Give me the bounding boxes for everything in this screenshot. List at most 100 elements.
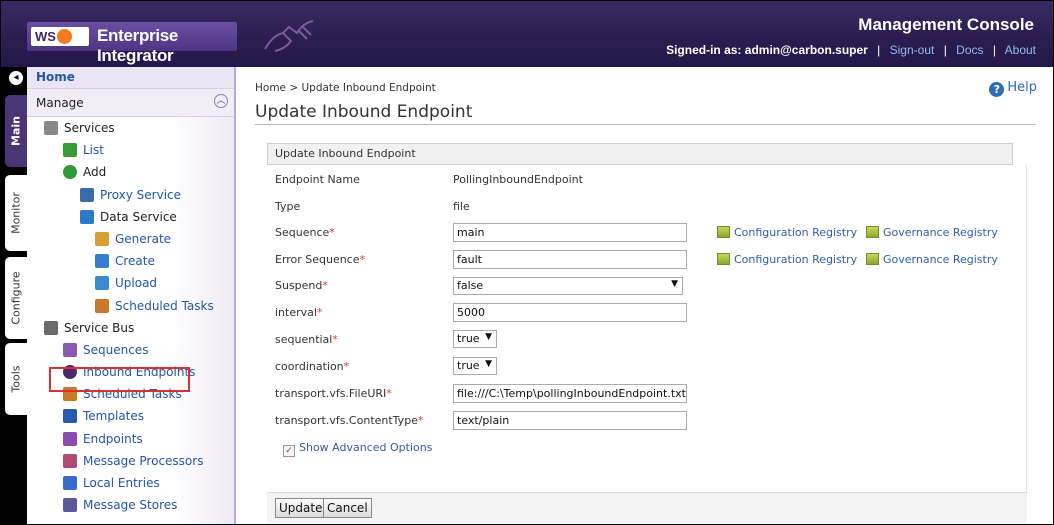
coordination-select[interactable]: true ▼ xyxy=(453,357,497,375)
update-button[interactable]: Update xyxy=(275,498,327,518)
sidebar-item-label: List xyxy=(83,143,104,158)
file-uri-input[interactable]: file:///C:\Temp\pollingInboundEndpoint.t… xyxy=(453,384,687,403)
tab-monitor[interactable]: Monitor xyxy=(5,175,27,251)
local-entries-icon xyxy=(63,476,77,490)
dropdown-arrow-icon: ▼ xyxy=(485,359,492,369)
sidebar-item-label: Service Bus xyxy=(64,320,135,335)
sequences-icon xyxy=(63,342,77,357)
error-sequence-gov-registry-link[interactable]: Governance Registry xyxy=(866,253,998,266)
registry-icon xyxy=(866,253,879,265)
sidebar-item-label: Scheduled Tasks xyxy=(115,298,214,313)
proxy-service-icon xyxy=(80,187,94,202)
sidebar-item-label: Proxy Service xyxy=(100,187,182,202)
sidebar: Home Manage ︿ Services List Add Proxy Servi… xyxy=(27,67,236,524)
sidebar-item[interactable]: Proxy Service xyxy=(27,184,234,206)
endpoint-name-label: Endpoint Name xyxy=(275,173,360,186)
sidebar-item-label: Generate xyxy=(115,231,172,246)
sidebar-item[interactable]: Upload xyxy=(27,272,234,294)
sidebar-item-label: Create xyxy=(115,254,155,269)
sidebar-item: Data Service xyxy=(27,206,234,228)
advanced-options-toggle[interactable]: ✓ Show Advanced Options xyxy=(283,441,432,457)
error-sequence-label: Error Sequence* xyxy=(275,253,366,266)
sequence-label: Sequence* xyxy=(275,226,335,239)
list-icon xyxy=(63,143,77,158)
highlight-box xyxy=(49,367,190,392)
sidebar-item[interactable]: List xyxy=(27,139,234,161)
suspend-select[interactable]: false ▼ xyxy=(453,277,683,295)
about-link[interactable]: About xyxy=(1005,43,1036,57)
sidebar-item[interactable]: Message Stores xyxy=(27,494,234,516)
sidebar-item[interactable]: Message Processors xyxy=(27,450,234,472)
content-type-input[interactable]: text/plain xyxy=(453,411,687,430)
sidebar-item[interactable]: Sequences xyxy=(27,339,234,361)
tab-tools[interactable]: Tools xyxy=(5,343,27,415)
main-content: Home > Update Inbound Endpoint ? Help Upd… xyxy=(238,67,1053,524)
help-icon: ? xyxy=(989,82,1005,97)
sequence-gov-registry-link[interactable]: Governance Registry xyxy=(866,226,998,239)
button-bar: Update Cancel xyxy=(267,492,1027,523)
sidebar-item-label: Upload xyxy=(115,276,158,291)
cancel-button[interactable]: Cancel xyxy=(323,498,372,518)
error-sequence-input[interactable]: fault xyxy=(453,250,687,269)
vertical-tabs: ◂ Main Monitor Configure Tools xyxy=(1,67,27,524)
data-service-icon xyxy=(80,209,94,224)
message-stores-icon xyxy=(63,498,77,513)
message-processors-icon xyxy=(63,453,77,468)
tab-configure[interactable]: Configure xyxy=(5,257,27,339)
sequence-input[interactable]: main xyxy=(453,223,687,242)
registry-icon xyxy=(866,226,879,238)
sign-out-link[interactable]: Sign-out xyxy=(890,43,935,57)
collapse-menu-button[interactable]: ◂ xyxy=(9,71,23,85)
sidebar-items: Services List Add Proxy Service Data Service… xyxy=(27,117,234,516)
scheduled-tasks-icon xyxy=(95,298,109,313)
error-sequence-config-registry-link[interactable]: Configuration Registry xyxy=(717,253,857,266)
form-panel: Update Inbound Endpoint Endpoint Name Po… xyxy=(267,143,1027,523)
add-icon xyxy=(63,165,77,180)
interval-label: interval* xyxy=(275,306,323,319)
collapse-section-icon[interactable]: ︿ xyxy=(214,94,228,108)
sidebar-item[interactable]: Local Entries xyxy=(27,472,234,494)
gear-icon xyxy=(44,121,58,135)
product-name: Enterprise Integrator xyxy=(97,26,179,65)
sidebar-home: Home xyxy=(27,67,234,89)
docs-link[interactable]: Docs xyxy=(956,43,983,57)
sequence-config-registry-link[interactable]: Configuration Registry xyxy=(717,226,857,239)
tab-main[interactable]: Main xyxy=(5,95,27,167)
signed-in-label: Signed-in as: xyxy=(666,43,742,57)
generate-icon xyxy=(95,231,109,246)
sidebar-item-label: Endpoints xyxy=(83,431,143,446)
user-bar: Signed-in as: admin@carbon.super | Sign-… xyxy=(666,43,1036,57)
endpoints-icon xyxy=(63,431,77,446)
sidebar-item-label: Message Stores xyxy=(83,498,178,513)
sidebar-item-label: Add xyxy=(83,165,107,180)
dropdown-arrow-icon: ▼ xyxy=(485,332,492,342)
sidebar-item[interactable]: Generate xyxy=(27,228,234,250)
sidebar-item: Service Bus xyxy=(27,317,234,339)
help-link[interactable]: ? Help xyxy=(989,80,1037,97)
panel-title: Update Inbound Endpoint xyxy=(267,143,1013,165)
suspend-label: Suspend* xyxy=(275,279,328,292)
sidebar-section-manage[interactable]: Manage ︿ xyxy=(27,89,234,117)
app-window: WS Enterprise Integrator Management Cons… xyxy=(1,1,1053,524)
content-type-label: transport.vfs.ContentType* xyxy=(275,414,424,427)
checkbox-icon: ✓ xyxy=(283,445,295,457)
sidebar-item[interactable]: Templates xyxy=(27,405,234,427)
coordination-label: coordination* xyxy=(275,360,350,373)
sequential-label: sequential* xyxy=(275,333,338,346)
file-uri-label: transport.vfs.FileURI* xyxy=(275,387,392,400)
sidebar-item[interactable]: Create xyxy=(27,250,234,272)
breadcrumb[interactable]: Home > Update Inbound Endpoint xyxy=(255,82,436,94)
sidebar-item-label: Local Entries xyxy=(83,476,160,490)
interval-input[interactable]: 5000 xyxy=(453,303,687,322)
sequential-select[interactable]: true ▼ xyxy=(453,330,497,348)
home-link[interactable]: Home xyxy=(36,70,75,84)
create-icon xyxy=(95,254,109,269)
header-bar: WS Enterprise Integrator Management Cons… xyxy=(1,1,1053,67)
type-label: Type xyxy=(275,200,301,213)
sidebar-item[interactable]: Endpoints xyxy=(27,428,234,450)
sidebar-item[interactable]: Scheduled Tasks xyxy=(27,295,234,317)
service-bus-icon xyxy=(44,320,58,335)
product-logo[interactable]: WS Enterprise Integrator xyxy=(27,22,237,65)
sidebar-item: Services xyxy=(27,117,234,139)
dropdown-arrow-icon: ▼ xyxy=(671,279,678,289)
